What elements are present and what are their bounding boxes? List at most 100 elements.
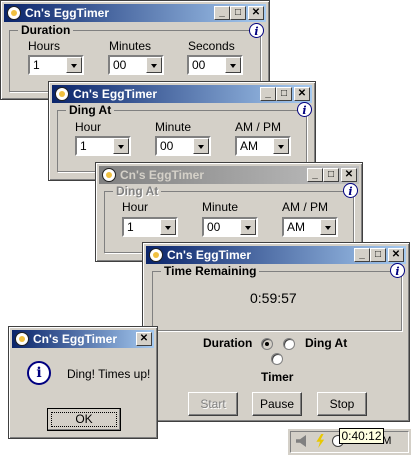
info-icon[interactable]: i (390, 263, 405, 278)
eggtimer-app-icon (102, 168, 116, 182)
title-bar[interactable]: Cn's EggTimer _ □ ✕ (146, 246, 406, 264)
ampm-value: AM (287, 220, 305, 234)
group-title: Duration (18, 23, 74, 37)
maximize-icon: □ (327, 169, 335, 180)
ampm-select[interactable]: AM (235, 136, 291, 156)
maximize-button[interactable]: □ (370, 248, 386, 262)
minute-select[interactable]: 00 (202, 217, 258, 237)
window-title: Cn's EggTimer (73, 87, 157, 101)
dialog-title: Cn's EggTimer (33, 332, 117, 346)
hours-value: 1 (33, 58, 40, 72)
close-button[interactable]: ✕ (248, 6, 264, 20)
minimize-icon: _ (219, 7, 225, 18)
group-title: Ding At (113, 184, 162, 198)
ampm-label: AM / PM (235, 120, 282, 134)
group-title: Time Remaining (161, 264, 260, 278)
title-bar[interactable]: Cn's EggTimer _ □ ✕ (99, 166, 359, 184)
minimize-button[interactable]: _ (354, 248, 370, 262)
power-icon[interactable] (316, 434, 325, 448)
seconds-label: Seconds (188, 39, 235, 53)
chevron-down-icon[interactable] (146, 57, 162, 73)
close-button[interactable]: ✕ (341, 168, 357, 182)
ok-button[interactable]: OK (47, 408, 121, 431)
chevron-down-icon[interactable] (66, 57, 82, 73)
chevron-down-icon[interactable] (273, 138, 289, 154)
maximize-button[interactable]: □ (323, 168, 339, 182)
window-title: Cn's EggTimer (120, 168, 204, 182)
maximize-icon: □ (280, 88, 288, 99)
mode-ding-at-label: Ding At (305, 336, 348, 350)
pause-button[interactable]: Pause (252, 392, 302, 416)
chevron-down-icon[interactable] (320, 219, 336, 235)
hour-select[interactable]: 1 (75, 136, 131, 156)
minimize-button[interactable]: _ (214, 6, 230, 20)
stop-button[interactable]: Stop (317, 392, 367, 416)
info-icon[interactable]: i (249, 23, 264, 38)
maximize-button[interactable]: □ (276, 87, 292, 101)
title-bar[interactable]: Cn's EggTimer _ □ ✕ (52, 85, 312, 103)
eggtimer-app-icon (7, 6, 21, 20)
chevron-down-icon[interactable] (113, 138, 129, 154)
start-button[interactable]: Start (188, 392, 238, 416)
seconds-select[interactable]: 00 (187, 55, 243, 75)
mode-duration-label: Duration (203, 336, 253, 350)
minute-label: Minute (202, 200, 239, 214)
minutes-select[interactable]: 00 (108, 55, 164, 75)
window-title: Cn's EggTimer (167, 248, 251, 262)
mode-ding-at-radio[interactable] (283, 338, 295, 350)
dialog-message: Ding! Times up! (67, 367, 151, 381)
chevron-down-icon[interactable] (225, 57, 241, 73)
time-remaining-readout: 0:59:57 (250, 290, 297, 306)
minimize-icon: _ (312, 169, 318, 180)
close-button[interactable]: ✕ (136, 332, 152, 346)
ampm-select[interactable]: AM (282, 217, 338, 237)
volume-icon[interactable] (296, 435, 306, 447)
mode-timer-label: Timer (261, 370, 294, 384)
title-bar[interactable]: Cn's EggTimer ✕ (12, 330, 154, 348)
hours-select[interactable]: 1 (28, 55, 84, 75)
maximize-button[interactable]: □ (230, 6, 246, 20)
info-icon[interactable]: i (297, 102, 312, 117)
close-icon: ✕ (251, 7, 261, 18)
maximize-icon: □ (374, 249, 382, 260)
eggtimer-app-icon (149, 248, 163, 262)
title-bar[interactable]: Cn's EggTimer _ □ ✕ (4, 4, 266, 22)
seconds-value: 00 (192, 58, 206, 72)
close-button[interactable]: ✕ (388, 248, 404, 262)
minute-select[interactable]: 00 (155, 136, 211, 156)
close-button[interactable]: ✕ (294, 87, 310, 101)
information-icon: i (27, 361, 51, 385)
group-title: Ding At (66, 103, 115, 117)
minimize-button[interactable]: _ (260, 87, 276, 101)
tray-tooltip: 0:40:12 (339, 428, 384, 444)
chevron-down-icon[interactable] (193, 138, 209, 154)
hour-label: Hour (75, 120, 102, 134)
hours-label: Hours (28, 39, 61, 53)
minimize-button[interactable]: _ (307, 168, 323, 182)
ampm-value: AM (240, 139, 258, 153)
window-title: Cn's EggTimer (25, 6, 109, 20)
times-up-dialog: Cn's EggTimer ✕ i Ding! Times up! OK (8, 326, 158, 439)
eggtimer-window-countdown: Cn's EggTimer _ □ ✕ Time Remaining i 0:5… (142, 242, 410, 422)
eggtimer-app-icon (55, 87, 69, 101)
close-icon: ✕ (391, 249, 401, 260)
minutes-label: Minutes (109, 39, 152, 53)
close-icon: ✕ (139, 333, 149, 344)
minute-value: 00 (207, 220, 221, 234)
maximize-icon: □ (234, 7, 242, 18)
chevron-down-icon[interactable] (160, 219, 176, 235)
mode-timer-radio[interactable] (271, 353, 283, 365)
close-icon: ✕ (297, 88, 307, 99)
hour-select[interactable]: 1 (122, 217, 178, 237)
info-icon[interactable]: i (343, 183, 358, 198)
mode-duration-radio[interactable] (261, 338, 273, 350)
hour-label: Hour (122, 200, 149, 214)
hour-value: 1 (80, 139, 87, 153)
chevron-down-icon[interactable] (240, 219, 256, 235)
minimize-icon: _ (359, 249, 365, 260)
close-icon: ✕ (344, 169, 354, 180)
minute-label: Minute (155, 120, 192, 134)
minimize-icon: _ (265, 88, 271, 99)
minute-value: 00 (160, 139, 174, 153)
minutes-value: 00 (113, 58, 127, 72)
